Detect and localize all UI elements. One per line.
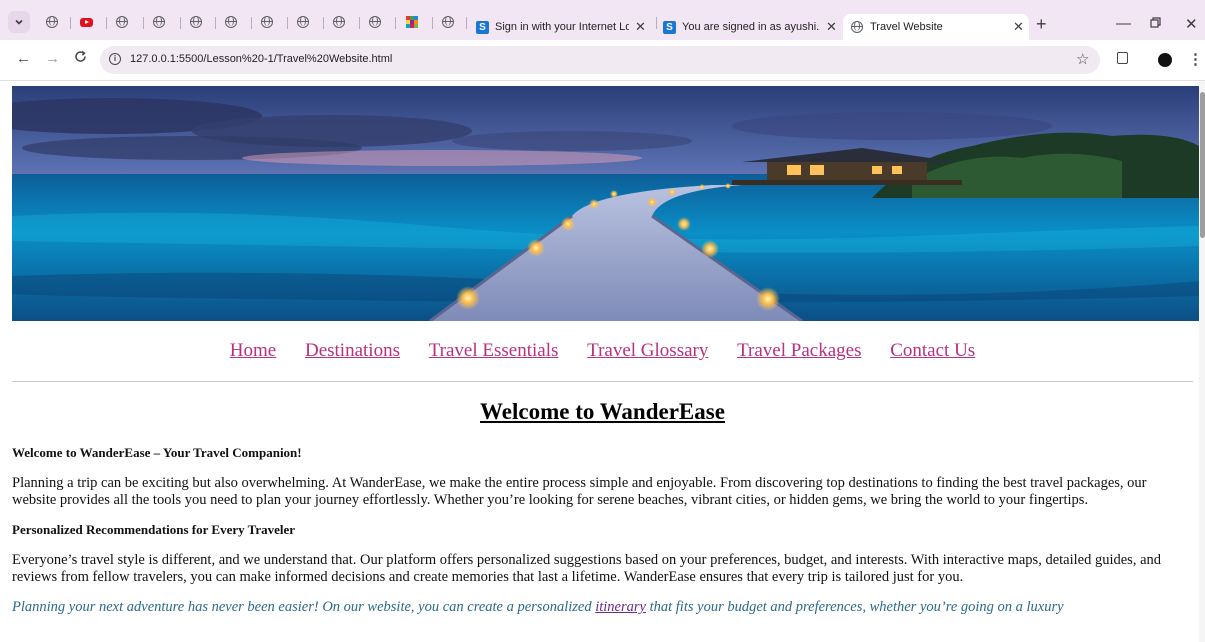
profile-avatar[interactable]	[1158, 53, 1172, 67]
page-viewport: Home Destinations Travel Essentials Trav…	[0, 81, 1205, 642]
tab-title: Travel Website	[870, 21, 943, 33]
tab-separator	[432, 17, 433, 29]
section-paragraph: Planning a trip can be exciting but also…	[12, 475, 1147, 508]
pinned-tab[interactable]	[149, 11, 169, 33]
close-window-button[interactable]: ✕	[1185, 15, 1198, 33]
pinned-tab[interactable]	[293, 11, 313, 33]
forward-button[interactable]: →	[45, 50, 60, 67]
globe-icon	[261, 16, 273, 28]
colorful-grid-icon	[406, 16, 418, 28]
globe-icon	[153, 16, 165, 28]
chevron-down-icon	[15, 19, 23, 25]
nav-link-contact-us[interactable]: Contact Us	[890, 340, 975, 361]
pinned-tab[interactable]	[257, 11, 277, 33]
globe-icon	[190, 16, 202, 28]
browser-toolbar: ← → i 127.0.0.1:5500/Lesson%20-1/Travel%…	[0, 40, 1205, 81]
tab-strip: S Sign in with your Internet Logi ✕ S Yo…	[0, 0, 1205, 40]
globe-icon	[333, 16, 345, 28]
pinned-tab[interactable]	[186, 11, 206, 33]
address-bar[interactable]: i 127.0.0.1:5500/Lesson%20-1/Travel%20We…	[100, 46, 1100, 74]
tab-separator	[215, 17, 216, 29]
tab-separator	[359, 17, 360, 29]
main-content: Welcome to WanderEase – Your Travel Comp…	[12, 445, 1162, 616]
tab-separator	[143, 17, 144, 29]
tab-title: You are signed in as ayushi.250	[682, 21, 820, 33]
scrollbar-thumb[interactable]	[1200, 92, 1205, 238]
pinned-tab[interactable]	[42, 11, 62, 33]
tab-separator	[106, 17, 107, 29]
tab-travel-website[interactable]: Travel Website ✕	[843, 14, 1029, 40]
italic-text-rest: that fits your budget and preferences, w…	[645, 599, 1064, 615]
globe-icon	[225, 16, 237, 28]
pinned-tab[interactable]	[365, 11, 385, 33]
tab-separator	[251, 17, 252, 29]
tab-search-button[interactable]	[8, 11, 30, 33]
tab-sign-in[interactable]: S Sign in with your Internet Logi ✕	[476, 14, 652, 40]
globe-icon	[46, 16, 58, 28]
restore-button[interactable]	[1150, 15, 1161, 32]
close-icon[interactable]: ✕	[826, 19, 837, 35]
nav-link-travel-packages[interactable]: Travel Packages	[737, 340, 861, 361]
pinned-tab-apps[interactable]	[402, 11, 422, 33]
tab-separator	[466, 17, 467, 29]
pinned-tab[interactable]	[221, 11, 241, 33]
tab-signed-in[interactable]: S You are signed in as ayushi.250 ✕	[663, 14, 839, 40]
globe-icon	[297, 16, 309, 28]
site-nav: Home Destinations Travel Essentials Trav…	[0, 340, 1205, 362]
s-brand-icon: S	[476, 20, 489, 34]
section-heading: Welcome to WanderEase – Your Travel Comp…	[12, 445, 302, 460]
globe-icon	[442, 16, 454, 28]
globe-icon	[369, 16, 381, 28]
italic-text: Planning your next adventure has never b…	[12, 599, 596, 615]
tab-separator	[395, 17, 396, 29]
tab-separator	[180, 17, 181, 29]
nav-link-travel-essentials[interactable]: Travel Essentials	[429, 340, 559, 361]
extensions-icon[interactable]	[1117, 52, 1128, 64]
tab-separator	[323, 17, 324, 29]
menu-kebab-icon[interactable]: ⋮	[1188, 50, 1203, 68]
youtube-icon	[79, 17, 93, 27]
tab-separator	[70, 17, 71, 29]
reload-icon	[75, 50, 86, 62]
bookmark-star-icon[interactable]: ☆	[1076, 50, 1089, 68]
itinerary-link[interactable]: itinerary	[595, 599, 646, 615]
close-icon[interactable]: ✕	[635, 19, 646, 35]
hero-banner-image	[12, 86, 1199, 321]
italic-paragraph: Planning your next adventure has never b…	[12, 599, 1162, 616]
restore-icon	[1150, 17, 1161, 28]
section-paragraph: Everyone’s travel style is different, an…	[12, 552, 1162, 585]
new-tab-button[interactable]: +	[1036, 14, 1047, 35]
globe-icon	[851, 21, 863, 33]
pinned-tab[interactable]	[112, 11, 132, 33]
divider	[12, 381, 1193, 382]
nav-link-travel-glossary[interactable]: Travel Glossary	[587, 340, 708, 361]
tab-separator	[287, 17, 288, 29]
globe-icon	[116, 16, 128, 28]
site-info-icon[interactable]: i	[109, 53, 121, 65]
pinned-tab[interactable]	[438, 11, 458, 33]
nav-link-home[interactable]: Home	[230, 340, 276, 361]
page-title: Welcome to WanderEase	[480, 399, 725, 424]
url-text[interactable]: 127.0.0.1:5500/Lesson%20-1/Travel%20Webs…	[130, 53, 392, 65]
pinned-tab-youtube[interactable]	[76, 11, 96, 33]
tab-separator	[656, 17, 657, 29]
section-heading: Personalized Recommendations for Every T…	[12, 522, 296, 537]
nav-link-destinations[interactable]: Destinations	[305, 340, 400, 361]
back-button[interactable]: ←	[16, 50, 31, 67]
reload-button[interactable]	[74, 50, 87, 67]
pinned-tab[interactable]	[329, 11, 349, 33]
minimize-button[interactable]: —	[1116, 15, 1131, 32]
close-icon[interactable]: ✕	[1013, 19, 1024, 35]
tab-title: Sign in with your Internet Logi	[495, 21, 629, 33]
s-brand-icon: S	[663, 20, 676, 34]
